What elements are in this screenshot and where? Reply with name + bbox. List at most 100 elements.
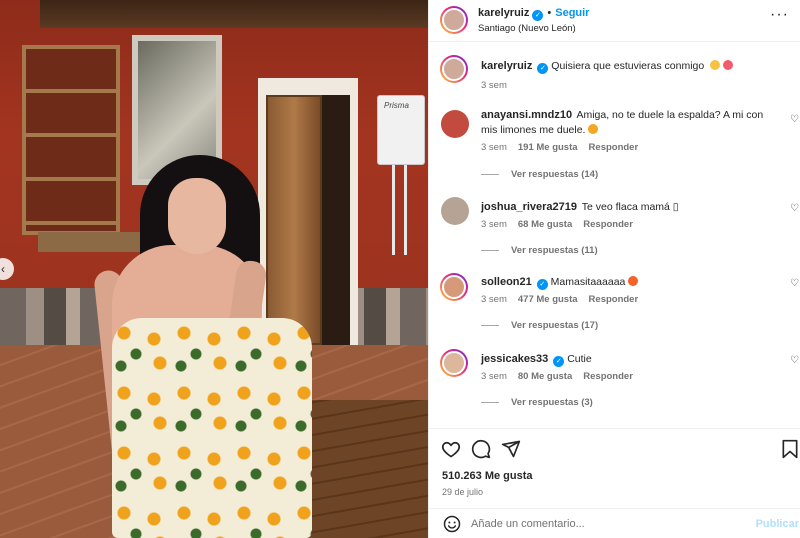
likes-count[interactable]: 510.263 Me gusta [442, 470, 533, 482]
heart-eyes-emoji-icon [723, 60, 734, 70]
comment-text-block: solleon21 ✓ Mamasitaaaaaa [481, 275, 781, 290]
comment-meta: 3 sem 68 Me gusta Responder [481, 219, 644, 230]
commenter-username[interactable]: anayansi.mndz10 [481, 109, 572, 121]
comment-item: jessicakes33 ✓ Cutie 3 sem 80 Me gusta Resp… [429, 348, 800, 418]
comment-icon [471, 439, 491, 459]
comment-text-block: joshua_rivera2719 Te veo flaca mamá ▯ [481, 200, 781, 215]
heart-icon [441, 441, 461, 458]
commenter-avatar[interactable] [440, 273, 468, 301]
post-actions: 510.263 Me gusta 29 de julio [429, 428, 800, 508]
grimace-emoji-icon [710, 60, 721, 70]
comment-text: Te veo flaca mamá ▯ [581, 201, 679, 213]
share-button[interactable] [501, 439, 521, 462]
comment-likes[interactable]: 80 Me gusta [518, 371, 572, 382]
view-replies-button[interactable]: Ver respuestas (11) [481, 245, 598, 256]
emoji-icon [628, 276, 639, 286]
comment-like-heart-icon[interactable]: ♡ [790, 203, 799, 214]
view-replies-label: Ver respuestas (17) [511, 320, 599, 331]
comment-meta: 3 sem 80 Me gusta Responder [481, 371, 644, 382]
comment-likes[interactable]: 477 Me gusta [518, 294, 578, 305]
emoji-picker-button[interactable] [443, 515, 461, 536]
comment-time: 3 sem [481, 142, 507, 153]
comments-section: karelyruiz ✓ Quisiera que estuvieras conm… [429, 43, 800, 423]
caption-text: Quisiera que estuvieras conmigo [551, 60, 705, 72]
photo-pipe [404, 165, 407, 255]
carousel-prev-icon: ‹ [1, 262, 5, 276]
photo-door [266, 95, 322, 345]
comment-likes[interactable]: 68 Me gusta [518, 219, 572, 230]
comment-item: solleon21 ✓ Mamasitaaaaaa 3 sem 477 Me gus… [429, 272, 800, 342]
post-header: karelyruiz ✓ • Seguir Santiago (Nuevo León)… [429, 0, 800, 42]
post-caption: karelyruiz ✓ Quisiera que estuvieras conm… [429, 53, 800, 98]
comment-like-heart-icon[interactable]: ♡ [790, 278, 799, 289]
comment-text-block: jessicakes33 ✓ Cutie [481, 352, 781, 367]
comment-item: anayansi.mndz10 Amiga, no te duele la es… [429, 108, 800, 188]
view-replies-button[interactable]: Ver respuestas (17) [481, 320, 598, 331]
comment-text-block: anayansi.mndz10 Amiga, no te duele la es… [481, 108, 781, 138]
photo-wooden-shelf [22, 45, 120, 235]
verified-badge-icon: ✓ [536, 279, 548, 290]
more-options-icon[interactable]: ··· [770, 6, 789, 24]
photo-water-heater: Prisma [377, 95, 425, 165]
caption-meta: 3 sem [481, 80, 518, 91]
photo-pipe [392, 165, 395, 255]
comment-likes[interactable]: 191 Me gusta [518, 142, 578, 153]
comment-text: Mamasitaaaaaa [550, 276, 626, 288]
verified-badge-icon: ✓ [553, 356, 565, 367]
comment-meta: 3 sem 477 Me gusta Responder [481, 294, 649, 305]
comment-like-heart-icon[interactable]: ♡ [790, 114, 799, 125]
photo-doorway [322, 95, 350, 345]
commenter-username[interactable]: solleon21 [481, 276, 532, 288]
comment-time: 3 sem [481, 219, 507, 230]
caption-username[interactable]: karelyruiz [481, 60, 532, 72]
comment-text: Cutie [567, 353, 592, 365]
save-button[interactable] [781, 439, 799, 462]
heater-brand-label: Prisma [384, 101, 409, 110]
photo-ceiling-beam [40, 0, 428, 28]
commenter-username[interactable]: jessicakes33 [481, 353, 548, 365]
caption-text-line: karelyruiz ✓ Quisiera que estuvieras conm… [481, 59, 781, 74]
caption-avatar[interactable] [440, 55, 468, 83]
reply-button[interactable]: Responder [583, 371, 633, 382]
comment-time: 3 sem [481, 371, 507, 382]
publish-comment-button[interactable]: Publicar [756, 518, 799, 530]
emoji-icon [588, 124, 599, 134]
reply-button[interactable]: Responder [583, 219, 633, 230]
post-modal: Prisma ‹ karelyruiz ✓ • Seguir Santiago (Nu… [0, 0, 800, 538]
post-location[interactable]: Santiago (Nuevo León) [478, 23, 576, 34]
commenter-avatar[interactable] [440, 349, 468, 377]
photo-person-dress [112, 318, 312, 538]
comment-meta: 3 sem 191 Me gusta Responder [481, 142, 649, 153]
view-replies-button[interactable]: Ver respuestas (14) [481, 169, 598, 180]
author-avatar[interactable] [440, 6, 468, 34]
comment-button[interactable] [471, 439, 491, 462]
post-photo[interactable]: Prisma ‹ [0, 0, 428, 538]
reply-button[interactable]: Responder [589, 142, 639, 153]
verified-badge-icon: ✓ [537, 63, 549, 74]
view-replies-label: Ver respuestas (11) [511, 245, 598, 256]
reply-button[interactable]: Responder [589, 294, 639, 305]
bookmark-icon [782, 439, 798, 459]
separator-dot: • [547, 7, 552, 19]
follow-button[interactable]: Seguir [555, 7, 589, 19]
view-replies-button[interactable]: Ver respuestas (3) [481, 397, 593, 408]
author-line: karelyruiz ✓ • Seguir [478, 7, 589, 21]
post-date[interactable]: 29 de julio [442, 487, 483, 497]
photo-person-face [168, 178, 226, 254]
commenter-avatar[interactable] [441, 197, 469, 225]
commenter-username[interactable]: joshua_rivera2719 [481, 201, 577, 213]
comment-item: joshua_rivera2719 Te veo flaca mamá ▯ 3 … [429, 197, 800, 267]
comment-composer: Publicar [429, 508, 800, 538]
post-details-panel: karelyruiz ✓ • Seguir Santiago (Nuevo León)… [428, 0, 800, 538]
caption-time: 3 sem [481, 80, 507, 91]
comment-time: 3 sem [481, 294, 507, 305]
view-replies-label: Ver respuestas (14) [511, 169, 599, 180]
comment-like-heart-icon[interactable]: ♡ [790, 355, 799, 366]
commenter-avatar[interactable] [441, 110, 469, 138]
author-username[interactable]: karelyruiz [478, 7, 529, 19]
like-button[interactable] [441, 439, 461, 462]
view-replies-label: Ver respuestas (3) [511, 397, 593, 408]
comment-input[interactable] [471, 515, 741, 533]
share-icon [501, 440, 521, 458]
emoji-icon [443, 515, 461, 533]
